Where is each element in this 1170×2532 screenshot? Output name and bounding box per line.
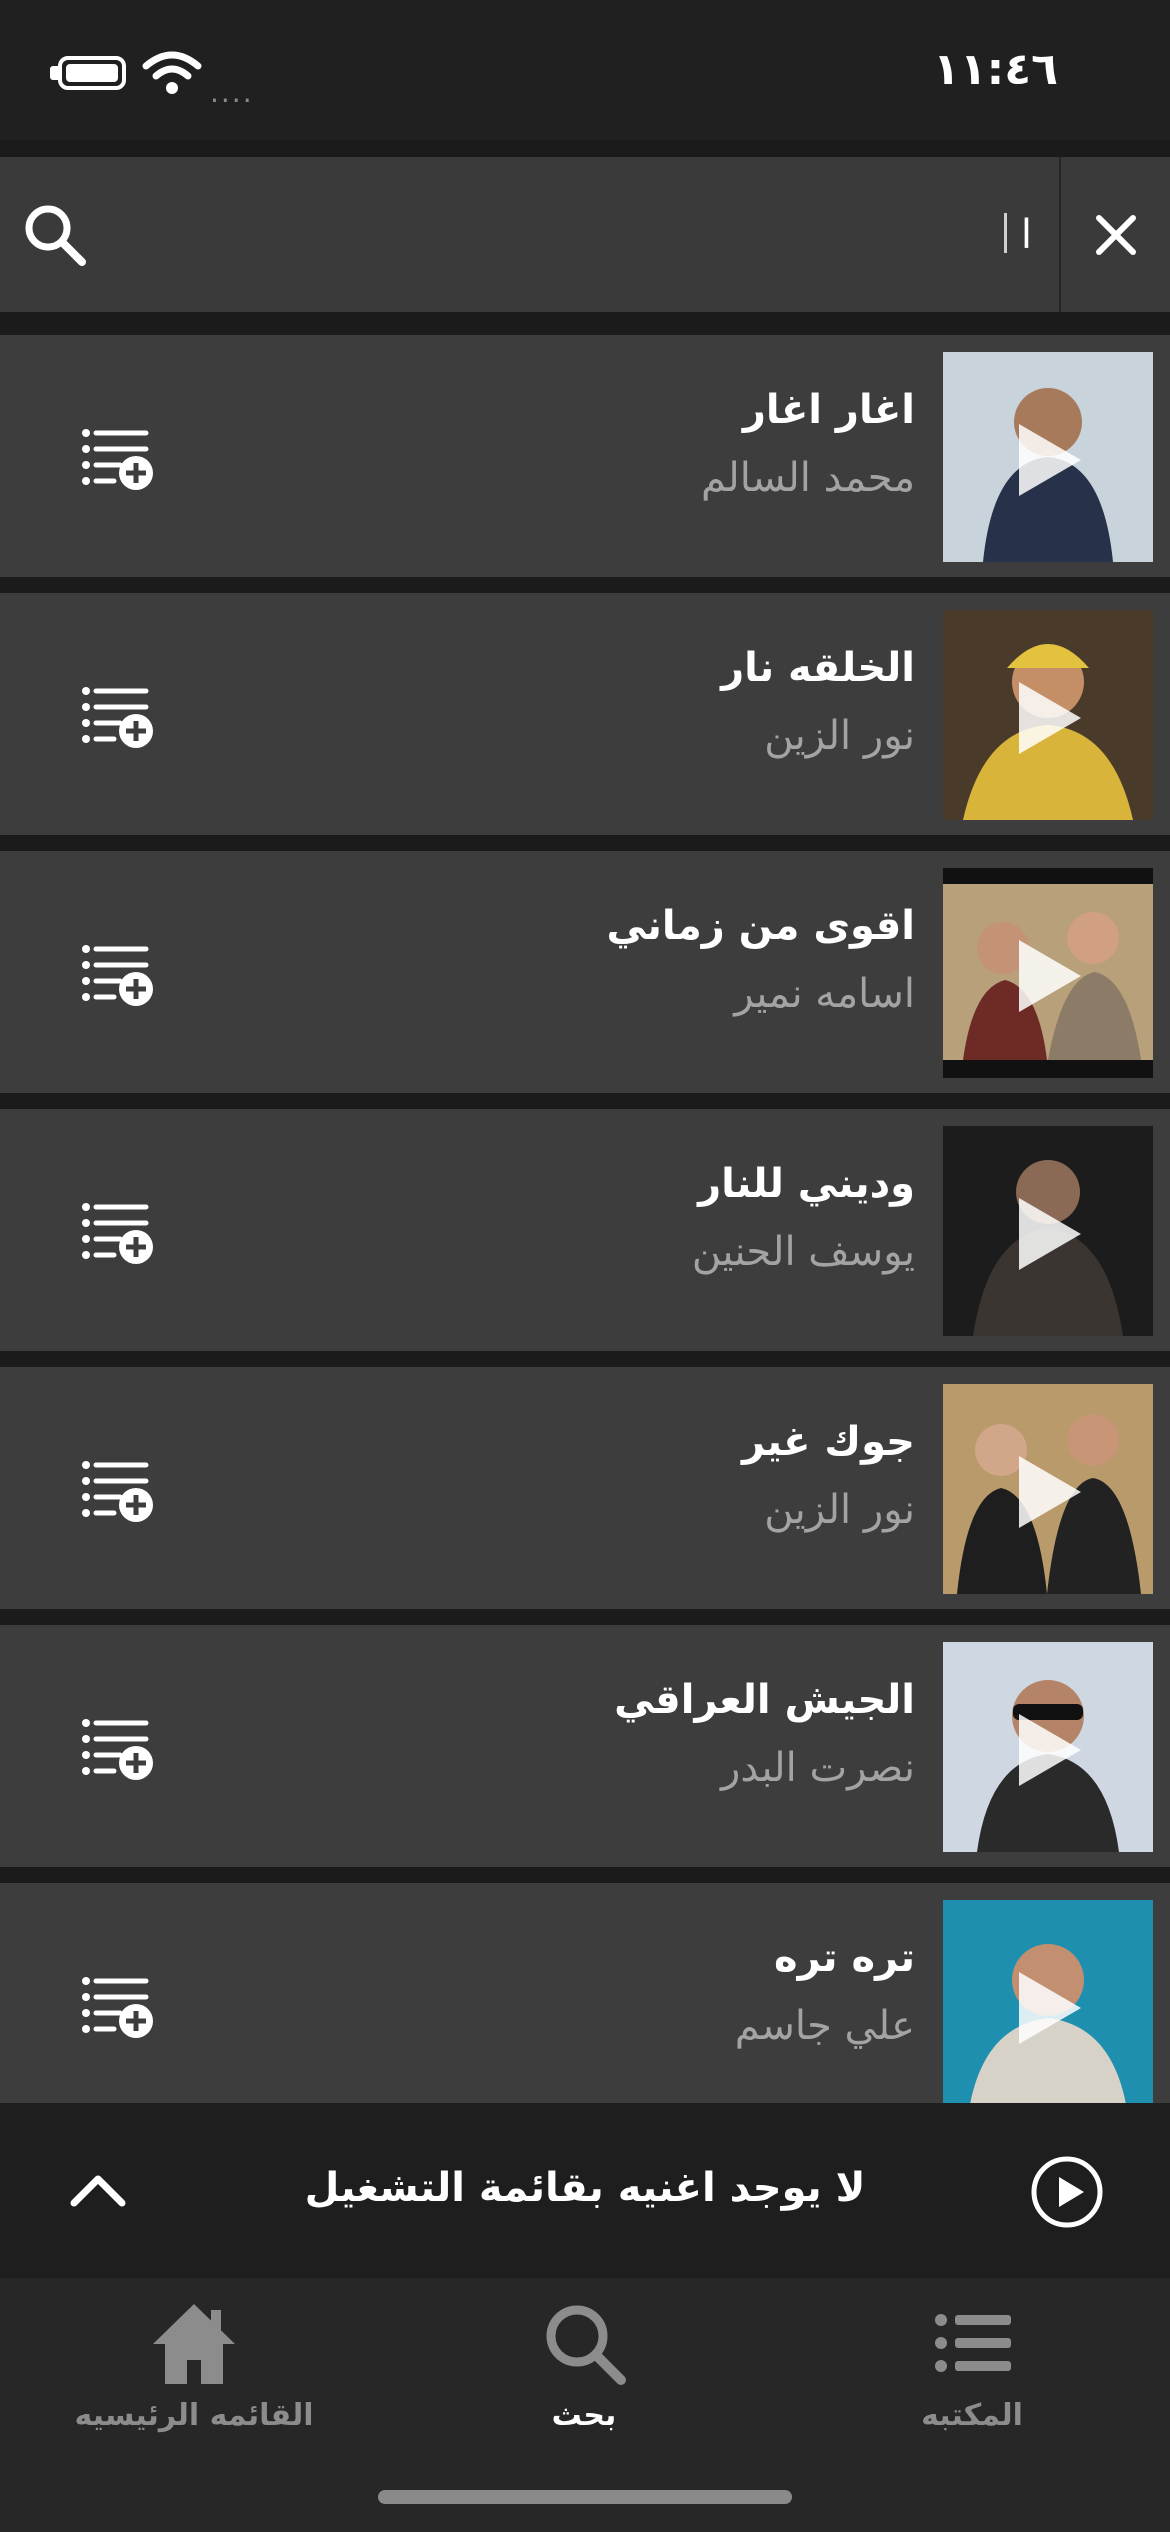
home-icon bbox=[153, 2304, 235, 2384]
add-to-playlist-icon[interactable] bbox=[80, 941, 156, 1009]
song-row[interactable]: تره تره علي جاسم bbox=[0, 1883, 1170, 2103]
song-thumbnail[interactable] bbox=[943, 352, 1153, 562]
add-to-playlist-icon[interactable] bbox=[80, 1199, 156, 1267]
song-title: جوك غير bbox=[741, 1419, 915, 1465]
mini-player[interactable]: لا يوجد اغنيه بقائمة التشغيل bbox=[0, 2103, 1170, 2278]
nav-library[interactable]: المكتبه bbox=[822, 2298, 1122, 2468]
search-icon[interactable] bbox=[22, 202, 88, 268]
play-icon bbox=[1019, 682, 1081, 754]
play-icon bbox=[1019, 1198, 1081, 1270]
clear-search-button[interactable] bbox=[1061, 157, 1170, 312]
song-title: وديني للنار bbox=[698, 1161, 915, 1207]
search-input[interactable] bbox=[110, 197, 1034, 273]
close-icon bbox=[1095, 214, 1136, 255]
search-caret bbox=[1004, 213, 1007, 253]
add-to-playlist-icon[interactable] bbox=[80, 425, 156, 493]
song-artist: نور الزين bbox=[764, 1487, 915, 1533]
song-title: الخلقه نار bbox=[721, 645, 915, 691]
play-icon bbox=[1019, 1456, 1081, 1528]
play-icon bbox=[1019, 940, 1081, 1012]
song-artist: اسامه نمير bbox=[734, 971, 915, 1017]
song-thumbnail[interactable] bbox=[943, 1900, 1153, 2103]
add-to-playlist-icon[interactable] bbox=[80, 1715, 156, 1783]
now-playing-text: لا يوجد اغنيه بقائمة التشغيل bbox=[304, 2165, 866, 2211]
nav-home[interactable]: القائمه الرئيسيه bbox=[44, 2298, 344, 2468]
song-thumbnail[interactable] bbox=[943, 1642, 1153, 1852]
song-artist: محمد السالم bbox=[700, 455, 915, 501]
song-artist: يوسف الحنين bbox=[691, 1229, 915, 1275]
battery-cap bbox=[50, 66, 58, 80]
play-icon bbox=[1019, 1714, 1081, 1786]
nav-home-label: القائمه الرئيسيه bbox=[74, 2398, 314, 2433]
nav-search-label: بحث bbox=[551, 2398, 617, 2433]
song-artist: نور الزين bbox=[764, 713, 915, 759]
add-to-playlist-icon[interactable] bbox=[80, 1457, 156, 1525]
play-icon bbox=[1019, 424, 1081, 496]
add-to-playlist-icon[interactable] bbox=[80, 683, 156, 751]
song-list: اغار اغار محمد السالم الخلقه نار نور الز… bbox=[0, 335, 1170, 2103]
song-title: اقوى من زماني bbox=[606, 903, 915, 949]
song-title: اغار اغار bbox=[742, 387, 915, 433]
song-thumbnail[interactable] bbox=[943, 868, 1153, 1078]
song-row[interactable]: اغار اغار محمد السالم bbox=[0, 335, 1170, 577]
wifi-icon bbox=[142, 51, 202, 94]
song-title: الجيش العراقي bbox=[614, 1677, 915, 1723]
song-row[interactable]: الجيش العراقي نصرت البدر bbox=[0, 1625, 1170, 1867]
song-row[interactable]: وديني للنار يوسف الحنين bbox=[0, 1109, 1170, 1351]
song-row[interactable]: اقوى من زماني اسامه نمير bbox=[0, 851, 1170, 1093]
home-indicator bbox=[378, 2490, 792, 2504]
cellular-signal: .... bbox=[210, 76, 254, 109]
nav-library-label: المكتبه bbox=[921, 2398, 1023, 2433]
status-time: ١١:٤٦ bbox=[932, 44, 1058, 95]
song-artist: نصرت البدر bbox=[721, 1745, 915, 1791]
song-title: تره تره bbox=[774, 1935, 915, 1981]
song-thumbnail[interactable] bbox=[943, 1384, 1153, 1594]
library-list-icon bbox=[935, 2314, 1011, 2372]
song-thumbnail[interactable] bbox=[943, 1126, 1153, 1336]
add-to-playlist-icon[interactable] bbox=[80, 1973, 156, 2041]
search-icon bbox=[546, 2305, 626, 2385]
status-bar: .... ١١:٤٦ bbox=[0, 0, 1170, 140]
battery-icon bbox=[58, 56, 126, 90]
play-circle-icon[interactable] bbox=[1030, 2155, 1104, 2229]
song-artist: علي جاسم bbox=[734, 2003, 915, 2049]
play-icon bbox=[1019, 1972, 1081, 2044]
search-bar bbox=[0, 157, 1170, 312]
song-thumbnail[interactable] bbox=[943, 610, 1153, 820]
song-row[interactable]: جوك غير نور الزين bbox=[0, 1367, 1170, 1609]
song-row[interactable]: الخلقه نار نور الزين bbox=[0, 593, 1170, 835]
nav-search[interactable]: بحث bbox=[434, 2298, 734, 2468]
